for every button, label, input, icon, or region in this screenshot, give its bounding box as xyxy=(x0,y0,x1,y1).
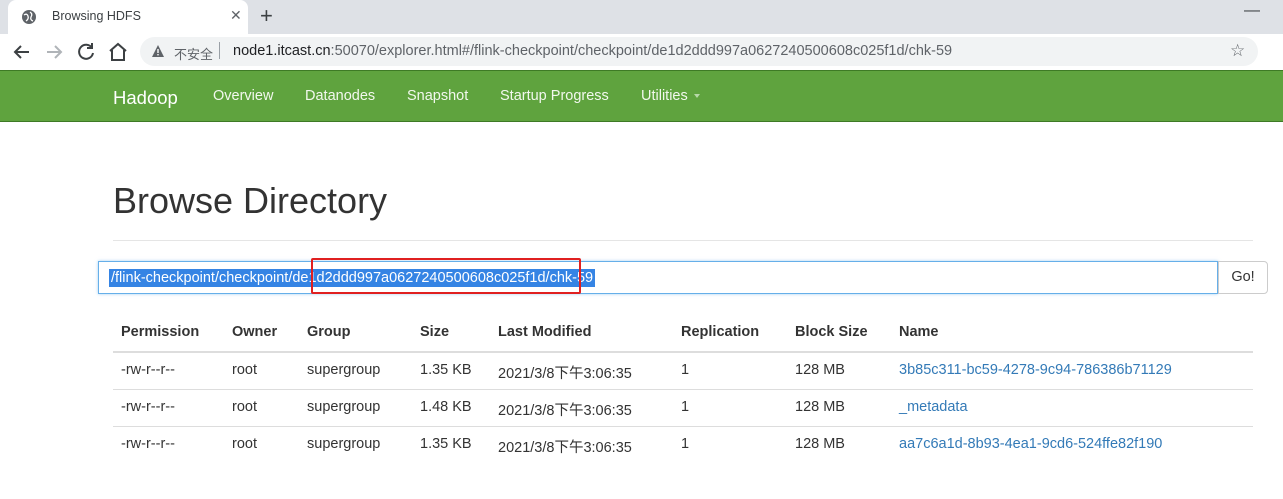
row-divider xyxy=(113,389,1253,390)
nav-datanodes[interactable]: Datanodes xyxy=(305,88,375,104)
row3-last-modified: 2021/3/8下午3:06:35 xyxy=(498,440,632,456)
row3-name-link[interactable]: aa7c6a1d-8b93-4ea1-9cd6-524ffe82f190 xyxy=(899,436,1162,452)
table-header-divider xyxy=(113,351,1253,353)
header-name[interactable]: Name xyxy=(899,324,939,340)
forward-arrow-icon[interactable] xyxy=(42,40,66,64)
tab-title: Browsing HDFS xyxy=(52,9,141,23)
row1-block-size: 128 MB xyxy=(795,362,845,378)
navbar-brand[interactable]: Hadoop xyxy=(113,87,178,109)
header-permission[interactable]: Permission xyxy=(121,324,199,340)
nav-utilities-label: Utilities xyxy=(641,88,688,104)
row1-permission: -rw-r--r-- xyxy=(121,362,175,378)
insecure-label: 不安全 xyxy=(174,47,214,62)
nav-startup-progress[interactable]: Startup Progress xyxy=(500,88,609,104)
page-title: Browse Directory xyxy=(113,180,388,221)
browser-tab-strip: Browsing HDFS ✕ + — xyxy=(0,0,1283,34)
row3-owner: root xyxy=(232,436,257,452)
globe-icon xyxy=(22,10,36,24)
row3-block-size: 128 MB xyxy=(795,436,845,452)
row2-replication: 1 xyxy=(681,399,690,415)
header-group[interactable]: Group xyxy=(307,324,351,340)
row1-name-link[interactable]: 3b85c311-bc59-4278-9c94-786386b71129 xyxy=(899,362,1172,378)
browser-tab[interactable]: Browsing HDFS ✕ xyxy=(8,0,248,34)
row1-last-modified: 2021/3/8下午3:06:35 xyxy=(498,366,632,382)
row3-size: 1.35 KB xyxy=(420,436,472,452)
minimize-window-icon[interactable]: — xyxy=(1244,2,1260,20)
reload-icon[interactable] xyxy=(74,40,98,64)
row3-group: supergroup xyxy=(307,436,381,452)
row2-name-link[interactable]: _metadata xyxy=(899,399,968,415)
row-divider xyxy=(113,426,1253,427)
new-tab-button[interactable]: + xyxy=(260,3,273,29)
row3-replication: 1 xyxy=(681,436,690,452)
url-path: :50070/explorer.html#/flink-checkpoint/c… xyxy=(330,43,953,59)
caret-down-icon xyxy=(693,94,700,99)
back-arrow-icon[interactable] xyxy=(10,40,34,64)
address-bar[interactable]: 不安全 node1.itcast.cn:50070/explorer.html#… xyxy=(140,37,1258,66)
header-size[interactable]: Size xyxy=(420,324,449,340)
row1-size: 1.35 KB xyxy=(420,362,472,378)
hadoop-navbar: Hadoop Overview Datanodes Snapshot Start… xyxy=(0,70,1283,122)
annotation-highlight-box xyxy=(311,258,581,294)
browser-toolbar: 不安全 node1.itcast.cn:50070/explorer.html#… xyxy=(0,34,1283,96)
bookmark-star-icon[interactable]: ☆ xyxy=(1230,41,1245,61)
row3-permission: -rw-r--r-- xyxy=(121,436,175,452)
row1-group: supergroup xyxy=(307,362,381,378)
row2-group: supergroup xyxy=(307,399,381,415)
row1-owner: root xyxy=(232,362,257,378)
header-owner[interactable]: Owner xyxy=(232,324,277,340)
row2-last-modified: 2021/3/8下午3:06:35 xyxy=(498,403,632,419)
close-tab-icon[interactable]: ✕ xyxy=(230,7,242,24)
nav-utilities[interactable]: Utilities xyxy=(641,88,700,104)
header-block-size[interactable]: Block Size xyxy=(795,324,868,340)
warning-icon[interactable] xyxy=(151,44,165,58)
row2-size: 1.48 KB xyxy=(420,399,472,415)
url-text[interactable]: node1.itcast.cn:50070/explorer.html#/fli… xyxy=(233,43,952,59)
nav-snapshot[interactable]: Snapshot xyxy=(407,88,468,104)
address-divider xyxy=(219,42,220,59)
row1-replication: 1 xyxy=(681,362,690,378)
url-host: node1.itcast.cn xyxy=(233,43,331,59)
row2-permission: -rw-r--r-- xyxy=(121,399,175,415)
go-button[interactable]: Go! xyxy=(1218,261,1268,294)
header-divider xyxy=(113,240,1253,241)
row2-block-size: 128 MB xyxy=(795,399,845,415)
home-icon[interactable] xyxy=(106,40,130,64)
row2-owner: root xyxy=(232,399,257,415)
directory-path-input[interactable]: /flink-checkpoint/checkpoint/de1d2ddd997… xyxy=(98,261,1218,294)
header-last-modified[interactable]: Last Modified xyxy=(498,324,591,340)
nav-overview[interactable]: Overview xyxy=(213,88,273,104)
header-replication[interactable]: Replication xyxy=(681,324,759,340)
